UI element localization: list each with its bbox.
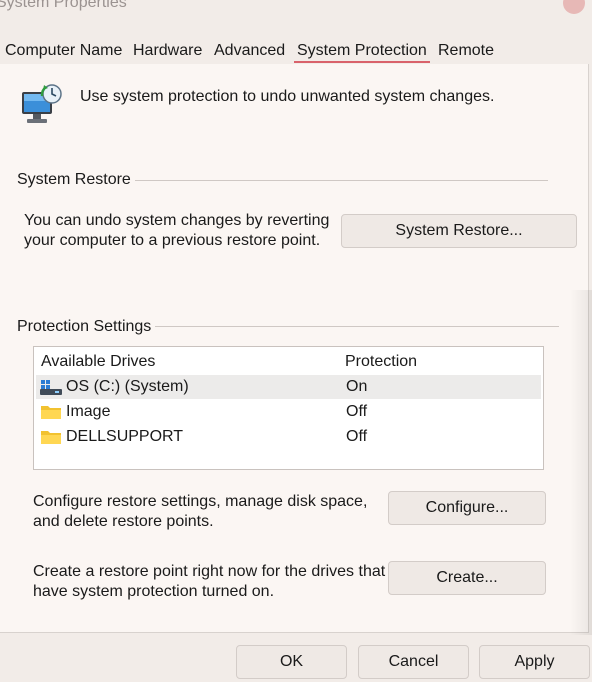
drive-name: Image [66,403,111,420]
drive-row-os-c[interactable]: OS (C:) (System) On [36,375,541,399]
system-protection-icon [22,84,62,123]
tab-hardware[interactable]: Hardware [133,42,202,60]
drive-name: OS (C:) (System) [66,378,189,395]
ok-button[interactable]: OK [236,645,347,679]
intro-text: Use system protection to undo unwanted s… [80,88,495,105]
system-restore-button[interactable]: System Restore... [341,214,577,248]
drive-protection-status: On [346,378,368,395]
tab-computer-name[interactable]: Computer Name [5,42,122,60]
tab-strip: Computer Name Hardware Advanced System P… [0,40,592,64]
tab-system-protection[interactable]: System Protection [294,42,430,63]
create-description: Create a restore point right now for the… [33,563,386,600]
protection-settings-group-label: Protection Settings [17,318,156,336]
configure-description: Configure restore settings, manage disk … [33,493,368,530]
title-bar: System Properties [0,0,592,36]
drive-protection-status: Off [346,403,368,420]
column-header-protection[interactable]: Protection [345,353,417,371]
system-restore-description: You can undo system changes by reverting… [24,212,330,249]
folder-drive-icon [41,431,61,444]
window-title: System Properties [0,0,127,11]
apply-button[interactable]: Apply [479,645,590,679]
configure-button[interactable]: Configure... [388,491,546,525]
cancel-button[interactable]: Cancel [358,645,469,679]
drive-row-image[interactable]: Image Off [36,400,541,424]
system-restore-group-label: System Restore [17,171,135,189]
window-edge-shadow [570,290,592,635]
create-button[interactable]: Create... [388,561,546,595]
folder-drive-icon [41,406,61,419]
drive-protection-status: Off [346,428,368,445]
drive-row-dellsupport[interactable]: DELLSUPPORT Off [36,425,541,449]
drive-name: DELLSUPPORT [66,428,184,445]
tab-advanced[interactable]: Advanced [214,42,285,60]
column-header-available-drives[interactable]: Available Drives [41,353,155,371]
available-drives-list[interactable]: Available Drives Protection OS (C:) (Sys… [33,346,544,470]
system-protection-panel: Use system protection to undo unwanted s… [0,64,589,633]
tab-remote[interactable]: Remote [438,42,494,60]
close-button[interactable] [563,0,585,14]
system-drive-icon [40,380,62,395]
